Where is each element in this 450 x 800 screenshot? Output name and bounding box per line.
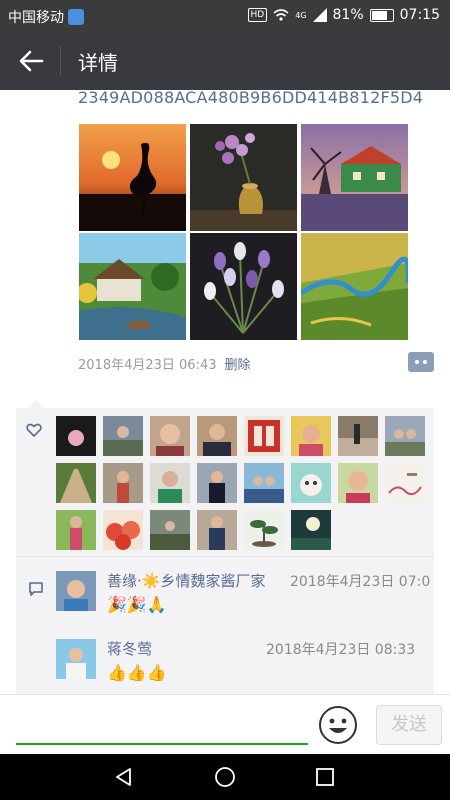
windmill-house-photo[interactable] [301, 124, 408, 231]
liker-avatar[interactable] [385, 463, 425, 503]
liker-avatar[interactable] [197, 510, 237, 550]
comment-input[interactable] [16, 707, 312, 743]
comment-icon [29, 582, 43, 596]
signal-icon [312, 8, 327, 22]
comment-text: 👍👍👍 [107, 663, 167, 682]
likes-panel [16, 408, 434, 556]
liker-avatar[interactable] [291, 463, 331, 503]
app-bar: 详情 [0, 32, 450, 90]
commenter-avatar[interactable] [56, 639, 96, 679]
liker-avatar[interactable] [244, 416, 284, 456]
clock: 07:15 [399, 7, 440, 23]
liker-avatar[interactable] [291, 510, 331, 550]
circle-home-icon[interactable] [214, 766, 236, 788]
square-recents-icon[interactable] [315, 767, 335, 787]
liker-avatar[interactable] [291, 416, 331, 456]
comments-panel: 善缘·☀️乡情魏家酱厂家 2018年4月23日 07:0 🎉🎉🙏 蒋冬莺 201… [16, 557, 434, 694]
liker-avatar[interactable] [150, 416, 190, 456]
page-title: 详情 [78, 51, 118, 75]
status-left: 中国移动 [8, 7, 84, 27]
village-canal-photo[interactable] [79, 233, 186, 340]
post-meta: 2018年4月23日 06:43 删除 [78, 354, 251, 373]
liker-avatar[interactable] [244, 463, 284, 503]
comment-content: 👍👍👍 [107, 663, 167, 682]
liker-avatar[interactable] [56, 416, 96, 456]
liker-avatar[interactable] [150, 463, 190, 503]
liker-avatar[interactable] [150, 510, 190, 550]
comment-content: 🎉🎉🙏 [107, 595, 167, 614]
battery-icon [369, 8, 394, 22]
river-fields-photo[interactable] [301, 233, 408, 340]
comment-time: 2018年4月23日 08:33 [266, 642, 416, 658]
comment-time: 2018年4月23日 07:0 [290, 574, 431, 590]
commenter-avatar[interactable] [56, 571, 96, 611]
delete-link[interactable]: 删除 [225, 358, 251, 373]
arrow-left-icon[interactable] [18, 48, 44, 74]
heart-icon [26, 423, 42, 438]
post-date: 2018年4月23日 06:43 [78, 358, 217, 373]
liker-avatar[interactable] [103, 510, 143, 550]
heron-sunset-photo[interactable] [79, 124, 186, 231]
photo-grid [79, 124, 409, 340]
liker-avatar[interactable] [197, 416, 237, 456]
notification-icon [68, 9, 84, 25]
commenter-name[interactable]: 善缘·☀️乡情魏家酱厂家 [107, 570, 265, 591]
appbar-divider [60, 46, 61, 76]
send-button[interactable]: 发送 [376, 705, 442, 745]
comment-text: 🎉🎉🙏 [107, 595, 167, 614]
comment-input-bar: 发送 [0, 694, 450, 755]
status-right: HD 4G 81% 07:15 [247, 7, 440, 23]
liker-avatar[interactable] [338, 416, 378, 456]
status-bar: 中国移动 HD 4G 81% 07:15 [0, 0, 450, 32]
carrier-label: 中国移动 [8, 10, 64, 26]
liker-avatar[interactable] [385, 416, 425, 456]
liker-avatar[interactable] [338, 463, 378, 503]
post-detail[interactable]: 2349AD088ACA480B9B6DD414B812F5D4 2018年4月… [0, 90, 450, 694]
liker-avatar[interactable] [56, 463, 96, 503]
commenter-name[interactable]: 蒋冬莺 [107, 638, 152, 659]
wifi-icon [273, 9, 289, 21]
battery-percent: 81% [332, 7, 364, 23]
network-type: 4G [295, 10, 307, 20]
liker-avatar[interactable] [103, 463, 143, 503]
post-text: 2349AD088ACA480B9B6DD414B812F5D4 [78, 90, 424, 107]
comment-more-icon[interactable] [408, 352, 434, 372]
input-underline [16, 743, 308, 745]
likes-pointer [28, 400, 44, 408]
smiley-icon[interactable] [318, 705, 358, 745]
liker-avatar[interactable] [103, 416, 143, 456]
tulips-bouquet-photo[interactable] [190, 233, 297, 340]
system-nav-bar [0, 754, 450, 800]
liker-avatar[interactable] [197, 463, 237, 503]
triangle-back-icon[interactable] [114, 767, 134, 787]
liker-avatar[interactable] [244, 510, 284, 550]
hd-badge: HD [247, 8, 268, 22]
purple-orchid-vase-photo[interactable] [190, 124, 297, 231]
liker-avatar[interactable] [56, 510, 96, 550]
